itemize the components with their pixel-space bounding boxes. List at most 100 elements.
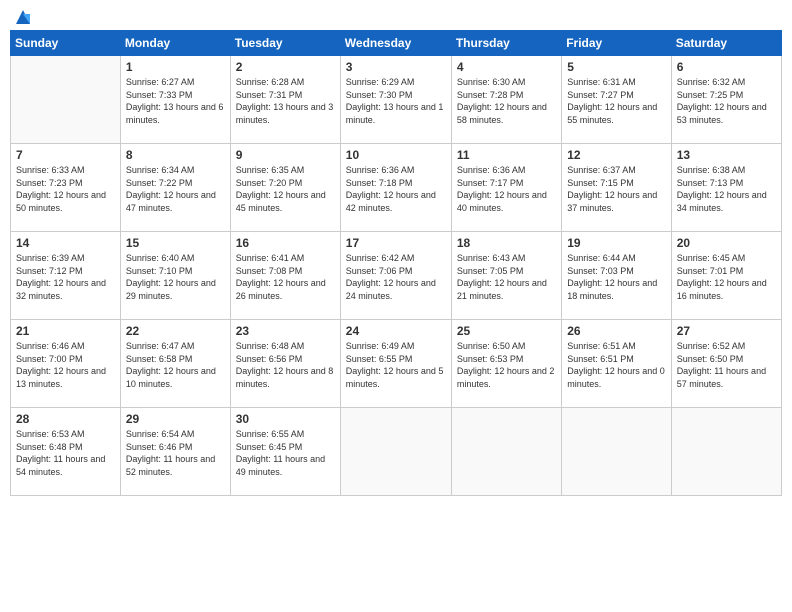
- day-cell: 16Sunrise: 6:41 AMSunset: 7:08 PMDayligh…: [230, 232, 340, 320]
- day-cell: 7 Sunrise: 6:33 AMSunset: 7:23 PMDaylight…: [11, 144, 121, 232]
- day-number: 24: [346, 324, 446, 338]
- day-info: Sunrise: 6:35 AMSunset: 7:20 PMDaylight:…: [236, 164, 335, 214]
- day-info: Sunrise: 6:44 AMSunset: 7:03 PMDaylight:…: [567, 252, 665, 302]
- day-info: Sunrise: 6:46 AMSunset: 7:00 PMDaylight:…: [16, 340, 115, 390]
- day-number: 26: [567, 324, 665, 338]
- day-number: 14: [16, 236, 115, 250]
- day-number: 1: [126, 60, 225, 74]
- day-number: 16: [236, 236, 335, 250]
- day-cell: 17 Sunrise: 6:42 AMSunset: 7:06 PMDayligh…: [340, 232, 451, 320]
- day-info: Sunrise: 6:55 AMSunset: 6:45 PMDaylight:…: [236, 428, 335, 478]
- day-cell: [340, 408, 451, 496]
- day-cell: 20 Sunrise: 6:45 AMSunset: 7:01 PMDayligh…: [671, 232, 781, 320]
- page: SundayMondayTuesdayWednesdayThursdayFrid…: [0, 0, 792, 612]
- day-number: 17: [346, 236, 446, 250]
- day-cell: 15Sunrise: 6:40 AMSunset: 7:10 PMDayligh…: [120, 232, 230, 320]
- weekday-sunday: Sunday: [11, 31, 121, 56]
- day-cell: [451, 408, 561, 496]
- day-cell: 2Sunrise: 6:28 AMSunset: 7:31 PMDaylight…: [230, 56, 340, 144]
- day-number: 7: [16, 148, 115, 162]
- day-info: Sunrise: 6:36 AMSunset: 7:18 PMDaylight:…: [346, 164, 446, 214]
- day-number: 19: [567, 236, 665, 250]
- day-number: 23: [236, 324, 335, 338]
- day-cell: 12 Sunrise: 6:37 AMSunset: 7:15 PMDayligh…: [562, 144, 671, 232]
- day-cell: 26 Sunrise: 6:51 AMSunset: 6:51 PMDayligh…: [562, 320, 671, 408]
- day-number: 10: [346, 148, 446, 162]
- day-info: Sunrise: 6:30 AMSunset: 7:28 PMDaylight:…: [457, 76, 556, 126]
- header: [10, 10, 782, 22]
- week-row-1: 7 Sunrise: 6:33 AMSunset: 7:23 PMDaylight…: [11, 144, 782, 232]
- day-cell: 10 Sunrise: 6:36 AMSunset: 7:18 PMDayligh…: [340, 144, 451, 232]
- day-number: 30: [236, 412, 335, 426]
- day-info: Sunrise: 6:42 AMSunset: 7:06 PMDaylight:…: [346, 252, 446, 302]
- day-number: 21: [16, 324, 115, 338]
- weekday-friday: Friday: [562, 31, 671, 56]
- day-info: Sunrise: 6:34 AMSunset: 7:22 PMDaylight:…: [126, 164, 225, 214]
- day-info: Sunrise: 6:31 AMSunset: 7:27 PMDaylight:…: [567, 76, 665, 126]
- day-cell: 28Sunrise: 6:53 AMSunset: 6:48 PMDayligh…: [11, 408, 121, 496]
- day-info: Sunrise: 6:38 AMSunset: 7:13 PMDaylight:…: [677, 164, 776, 214]
- week-row-4: 28Sunrise: 6:53 AMSunset: 6:48 PMDayligh…: [11, 408, 782, 496]
- day-number: 27: [677, 324, 776, 338]
- day-info: Sunrise: 6:49 AMSunset: 6:55 PMDaylight:…: [346, 340, 446, 390]
- day-number: 18: [457, 236, 556, 250]
- day-info: Sunrise: 6:33 AMSunset: 7:23 PMDaylight:…: [16, 164, 115, 214]
- logo: [10, 10, 34, 22]
- day-cell: 5 Sunrise: 6:31 AMSunset: 7:27 PMDaylight…: [562, 56, 671, 144]
- day-number: 20: [677, 236, 776, 250]
- week-row-0: 1 Sunrise: 6:27 AMSunset: 7:33 PMDaylight…: [11, 56, 782, 144]
- day-info: Sunrise: 6:43 AMSunset: 7:05 PMDaylight:…: [457, 252, 556, 302]
- day-info: Sunrise: 6:47 AMSunset: 6:58 PMDaylight:…: [126, 340, 225, 390]
- day-info: Sunrise: 6:45 AMSunset: 7:01 PMDaylight:…: [677, 252, 776, 302]
- day-cell: 22 Sunrise: 6:47 AMSunset: 6:58 PMDayligh…: [120, 320, 230, 408]
- day-cell: 3 Sunrise: 6:29 AMSunset: 7:30 PMDaylight…: [340, 56, 451, 144]
- day-number: 3: [346, 60, 446, 74]
- day-info: Sunrise: 6:51 AMSunset: 6:51 PMDaylight:…: [567, 340, 665, 390]
- day-info: Sunrise: 6:29 AMSunset: 7:30 PMDaylight:…: [346, 76, 446, 126]
- day-cell: 11 Sunrise: 6:36 AMSunset: 7:17 PMDayligh…: [451, 144, 561, 232]
- day-cell: 21 Sunrise: 6:46 AMSunset: 7:00 PMDayligh…: [11, 320, 121, 408]
- calendar: SundayMondayTuesdayWednesdayThursdayFrid…: [10, 30, 782, 496]
- day-number: 4: [457, 60, 556, 74]
- day-info: Sunrise: 6:39 AMSunset: 7:12 PMDaylight:…: [16, 252, 115, 302]
- day-number: 6: [677, 60, 776, 74]
- day-info: Sunrise: 6:36 AMSunset: 7:17 PMDaylight:…: [457, 164, 556, 214]
- day-info: Sunrise: 6:48 AMSunset: 6:56 PMDaylight:…: [236, 340, 335, 390]
- day-cell: 23 Sunrise: 6:48 AMSunset: 6:56 PMDayligh…: [230, 320, 340, 408]
- logo-icon: [12, 6, 34, 28]
- day-number: 12: [567, 148, 665, 162]
- day-cell: [562, 408, 671, 496]
- day-cell: 8 Sunrise: 6:34 AMSunset: 7:22 PMDaylight…: [120, 144, 230, 232]
- weekday-thursday: Thursday: [451, 31, 561, 56]
- day-cell: 30 Sunrise: 6:55 AMSunset: 6:45 PMDayligh…: [230, 408, 340, 496]
- day-number: 22: [126, 324, 225, 338]
- weekday-monday: Monday: [120, 31, 230, 56]
- weekday-saturday: Saturday: [671, 31, 781, 56]
- day-cell: 18 Sunrise: 6:43 AMSunset: 7:05 PMDayligh…: [451, 232, 561, 320]
- day-cell: 13Sunrise: 6:38 AMSunset: 7:13 PMDayligh…: [671, 144, 781, 232]
- day-cell: 29 Sunrise: 6:54 AMSunset: 6:46 PMDayligh…: [120, 408, 230, 496]
- day-cell: 6 Sunrise: 6:32 AMSunset: 7:25 PMDaylight…: [671, 56, 781, 144]
- day-info: Sunrise: 6:54 AMSunset: 6:46 PMDaylight:…: [126, 428, 225, 478]
- day-number: 5: [567, 60, 665, 74]
- day-cell: 1 Sunrise: 6:27 AMSunset: 7:33 PMDaylight…: [120, 56, 230, 144]
- day-info: Sunrise: 6:52 AMSunset: 6:50 PMDaylight:…: [677, 340, 776, 390]
- day-number: 11: [457, 148, 556, 162]
- day-info: Sunrise: 6:27 AMSunset: 7:33 PMDaylight:…: [126, 76, 225, 126]
- week-row-2: 14 Sunrise: 6:39 AMSunset: 7:12 PMDayligh…: [11, 232, 782, 320]
- day-cell: 24 Sunrise: 6:49 AMSunset: 6:55 PMDayligh…: [340, 320, 451, 408]
- weekday-tuesday: Tuesday: [230, 31, 340, 56]
- day-info: Sunrise: 6:32 AMSunset: 7:25 PMDaylight:…: [677, 76, 776, 126]
- day-number: 9: [236, 148, 335, 162]
- day-number: 28: [16, 412, 115, 426]
- day-cell: 19 Sunrise: 6:44 AMSunset: 7:03 PMDayligh…: [562, 232, 671, 320]
- day-cell: [11, 56, 121, 144]
- day-info: Sunrise: 6:50 AMSunset: 6:53 PMDaylight:…: [457, 340, 556, 390]
- day-number: 8: [126, 148, 225, 162]
- day-cell: 27 Sunrise: 6:52 AMSunset: 6:50 PMDayligh…: [671, 320, 781, 408]
- week-row-3: 21 Sunrise: 6:46 AMSunset: 7:00 PMDayligh…: [11, 320, 782, 408]
- day-number: 29: [126, 412, 225, 426]
- day-info: Sunrise: 6:37 AMSunset: 7:15 PMDaylight:…: [567, 164, 665, 214]
- day-cell: 25Sunrise: 6:50 AMSunset: 6:53 PMDayligh…: [451, 320, 561, 408]
- day-cell: 14 Sunrise: 6:39 AMSunset: 7:12 PMDayligh…: [11, 232, 121, 320]
